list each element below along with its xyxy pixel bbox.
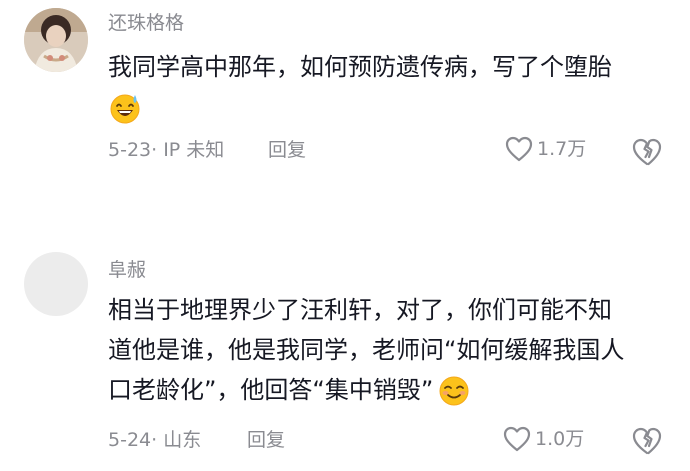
comment-username[interactable]: 还珠格格	[108, 11, 184, 35]
comment-username[interactable]: 阜赧	[108, 258, 146, 282]
comment-text-line: 相当于地理界少了汪利轩，对了，你们可能不知	[108, 296, 612, 324]
like-button[interactable]: 1.0万	[503, 426, 584, 452]
grinning-sweat-emoji	[110, 94, 140, 124]
broken-heart-icon[interactable]	[632, 426, 662, 456]
like-count: 1.7万	[537, 138, 587, 160]
comment-text: 相当于地理界少了汪利轩，对了，你们可能不知 道他是谁，他是我同学，老师问“如何缓…	[108, 290, 668, 410]
comment-meta: 5-24· 山东	[108, 428, 201, 452]
like-button[interactable]: 1.7万	[505, 136, 586, 162]
avatar[interactable]	[24, 252, 88, 316]
broken-heart-icon[interactable]	[632, 137, 662, 167]
smiling-blush-emoji	[439, 376, 469, 406]
comment-text-line: 我同学高中那年，如何预防遗传病，写了个堕胎	[108, 53, 612, 81]
comment-text-line: 道他是谁，他是我同学，老师问“如何缓解我国人	[108, 336, 625, 364]
comment-item: 还珠格格 我同学高中那年，如何预防遗传病，写了个堕胎 5-23· IP 未知 回…	[0, 0, 690, 200]
reply-button[interactable]: 回复	[247, 428, 285, 452]
comment-text-line: 口老龄化”，他回答“集中销毁”	[108, 376, 434, 404]
comment-item: 阜赧 相当于地理界少了汪利轩，对了，你们可能不知 道他是谁，他是我同学，老师问“…	[0, 200, 690, 471]
avatar-image	[24, 8, 88, 72]
heart-icon	[503, 426, 531, 452]
heart-icon	[505, 136, 533, 162]
like-count: 1.0万	[535, 428, 585, 450]
comment-location: · 山东	[151, 429, 202, 451]
comment-date: 5-23	[108, 139, 152, 161]
comment-location: · IP 未知	[151, 139, 225, 161]
comment-date: 5-24	[108, 429, 152, 451]
reply-button[interactable]: 回复	[268, 138, 306, 162]
comment-meta: 5-23· IP 未知	[108, 138, 224, 162]
comment-text: 我同学高中那年，如何预防遗传病，写了个堕胎	[108, 47, 668, 127]
avatar[interactable]	[24, 8, 88, 72]
